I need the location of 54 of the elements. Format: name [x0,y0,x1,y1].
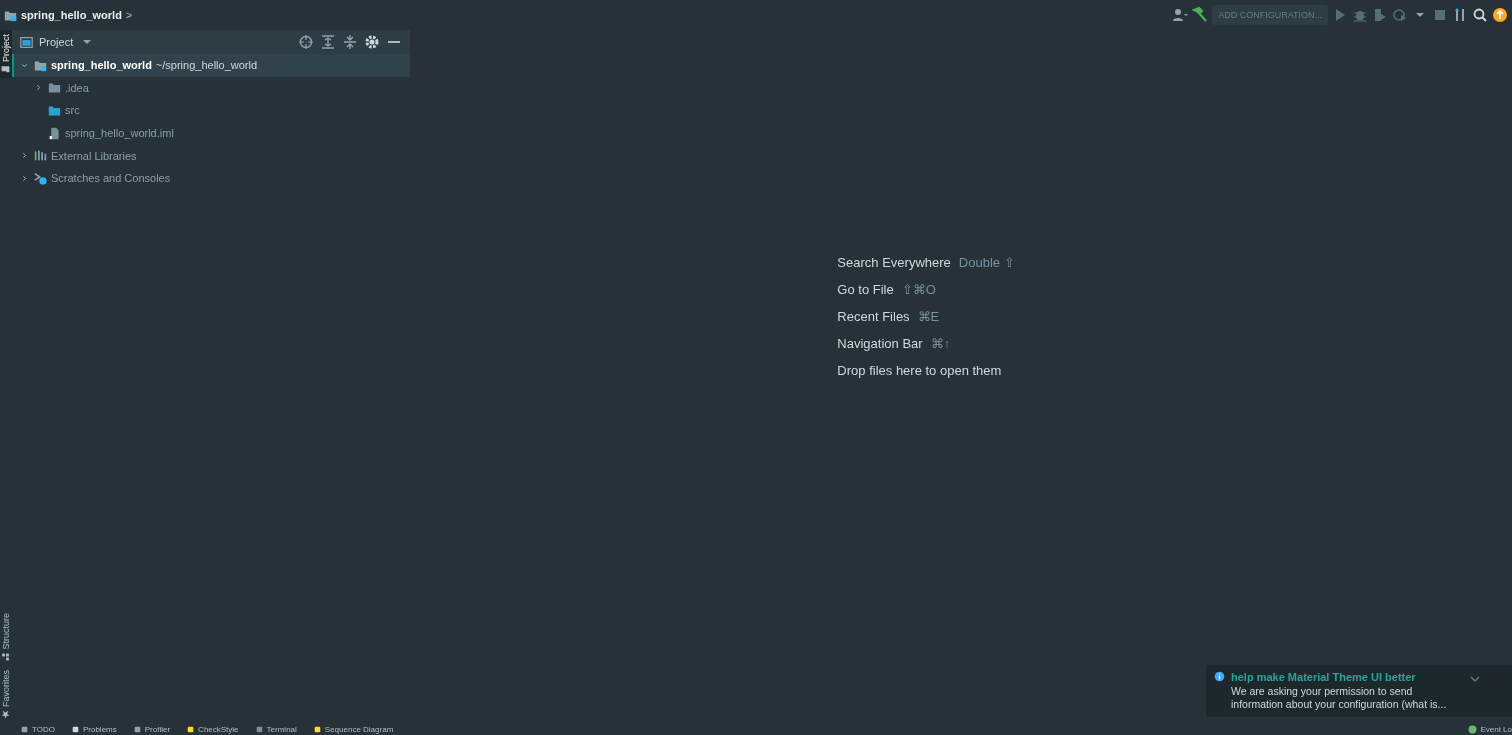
hint-action: Search Everywhere [837,255,951,270]
tool-window-tab[interactable]: TODO [20,724,55,734]
hint-action: Go to File [837,282,894,297]
tree-item[interactable]: .idea [12,76,410,100]
tool-window-tab[interactable]: Favorites [0,666,12,723]
hint-shortcut: Double ⇧ [958,255,1015,270]
collapse-all-icon[interactable] [342,34,358,50]
tool-window-tab[interactable]: CheckStyle [186,724,239,734]
hint-shortcut: ⌘↑ [930,336,951,351]
info-icon [1214,671,1225,682]
search-icon[interactable] [1472,7,1488,23]
event-log-icon [1468,724,1478,734]
tool-window-tab[interactable]: Structure [0,609,12,666]
panel-title[interactable]: Project [39,36,74,48]
event-log-tab[interactable]: Event Lo [1468,724,1512,734]
tree-item[interactable]: External Libraries [12,144,410,167]
tool-window-tab[interactable]: Profiler [132,724,171,734]
console-clock-icon [34,171,47,185]
hammer-icon[interactable] [1192,7,1209,23]
tool-window-tab[interactable]: Sequence Diagram [312,724,394,734]
structure-icon [1,653,11,662]
hint-action: Navigation Bar [837,336,923,351]
update-icon[interactable] [1492,7,1508,23]
bar-chart-icon [34,149,47,163]
notification-text: We are asking your permission to send information about your configuration (what is... [1231,685,1448,711]
tree-item[interactable]: spring_hello_world.iml [12,121,410,145]
stop-icon[interactable] [1432,7,1448,23]
folder-icon [34,58,47,72]
folder-icon [1,65,11,74]
profiler-icon[interactable] [1392,7,1408,23]
file-icon [48,126,61,140]
tree-item[interactable]: src [12,99,410,122]
user-icon[interactable] [1172,7,1189,23]
tool-window-tab[interactable]: Terminal [254,724,297,734]
tool-window-tab[interactable]: Project [0,30,12,78]
hint-action: Recent Files [837,309,910,324]
settings-icon[interactable] [364,34,380,50]
breadcrumb[interactable]: spring_hello_world [21,9,122,21]
folder-icon [4,8,17,22]
hint-action: Drop files here to open them [837,363,1002,378]
breadcrumb-separator: > [125,9,133,21]
folder-icon [48,104,61,117]
expand-all-icon[interactable] [320,34,336,50]
tree-item[interactable]: spring_hello_world ~/spring_hello_world [12,54,410,77]
hint-shortcut: ⌘E [917,309,940,324]
hint-shortcut: ⇧⌘O [901,282,936,297]
star-icon [1,710,11,719]
coverage-icon[interactable] [1372,7,1388,23]
notification-title[interactable]: help make Material Theme UI better [1231,671,1461,683]
crosshair-icon[interactable] [298,34,314,50]
tool-window-tab[interactable]: Problems [70,724,117,734]
folder-icon [48,81,61,95]
window-icon [20,35,33,49]
tree-item[interactable]: Scratches and Consoles [12,166,410,190]
